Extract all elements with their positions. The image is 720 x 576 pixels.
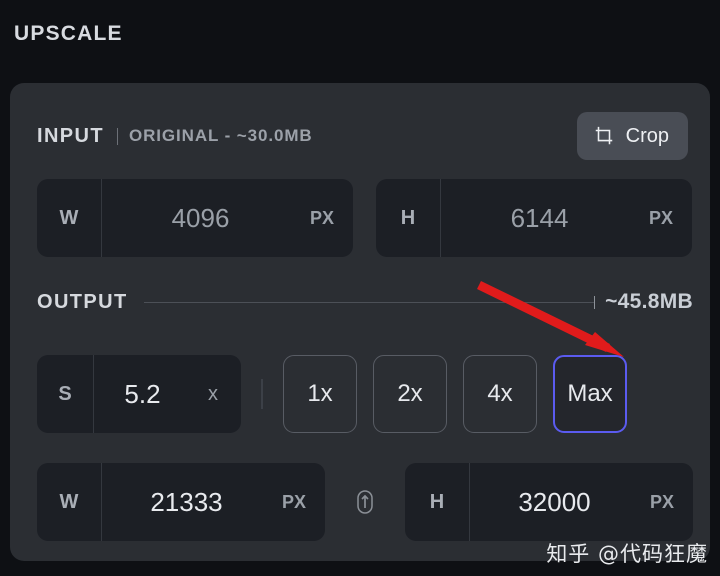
- scale-key: S: [58, 382, 72, 405]
- scale-field[interactable]: S 5.2 x: [37, 355, 241, 433]
- output-section-label: OUTPUT: [37, 290, 128, 313]
- output-width-unit: PX: [281, 491, 306, 512]
- scale-unit: x: [208, 382, 218, 405]
- input-header: INPUT ORIGINAL - ~30.0MB Crop: [37, 111, 688, 161]
- preset-4x[interactable]: 4x: [463, 355, 537, 433]
- scale-presets-divider: [261, 379, 263, 409]
- crop-button-label: Crop: [625, 124, 669, 147]
- input-dimensions-row: W 4096 PX H 6144 PX: [37, 179, 693, 257]
- input-width-value[interactable]: 4096: [102, 203, 291, 234]
- app-root: UPSCALE INPUT ORIGINAL - ~30.0MB Crop W …: [0, 0, 720, 576]
- crop-icon: [595, 126, 612, 145]
- output-dimensions-row: W 21333 PX H 32000 PX: [37, 463, 693, 541]
- input-height-key: H: [400, 206, 416, 229]
- output-rule: [143, 301, 595, 303]
- output-width-value[interactable]: 21333: [102, 487, 263, 518]
- output-height-field[interactable]: H 32000 PX: [405, 463, 693, 541]
- aspect-ratio-link-button[interactable]: [325, 489, 405, 515]
- input-height-unit: PX: [648, 207, 673, 228]
- header-divider: [117, 127, 118, 145]
- input-height-value[interactable]: 6144: [441, 203, 630, 234]
- input-width-key: W: [59, 206, 79, 229]
- input-original-size: ORIGINAL - ~30.0MB: [129, 126, 313, 145]
- input-width-unit: PX: [309, 207, 334, 228]
- output-rule-tick: [594, 295, 596, 309]
- watermark: 知乎 @代码狂魔: [546, 542, 708, 566]
- output-height-unit: PX: [649, 491, 674, 512]
- scale-presets: 1x 2x 4x Max: [283, 355, 627, 433]
- output-header: OUTPUT ~45.8MB: [37, 286, 693, 318]
- preset-2x[interactable]: 2x: [373, 355, 447, 433]
- input-section-label: INPUT: [37, 124, 104, 147]
- page-title: UPSCALE: [14, 22, 123, 45]
- output-height-value[interactable]: 32000: [470, 487, 631, 518]
- preset-max[interactable]: Max: [553, 355, 627, 433]
- preset-1x[interactable]: 1x: [283, 355, 357, 433]
- output-estimated-size: ~45.8MB: [605, 290, 693, 313]
- output-height-key: H: [429, 490, 445, 513]
- upscale-panel: INPUT ORIGINAL - ~30.0MB Crop W 4096 PX …: [10, 83, 710, 561]
- crop-button[interactable]: Crop: [576, 112, 688, 160]
- scale-row: S 5.2 x 1x 2x 4x Max: [37, 355, 693, 433]
- link-chain-icon: [357, 490, 373, 514]
- output-width-field[interactable]: W 21333 PX: [37, 463, 325, 541]
- output-width-key: W: [59, 490, 79, 513]
- input-width-field[interactable]: W 4096 PX: [37, 179, 353, 257]
- scale-value[interactable]: 5.2: [94, 379, 185, 410]
- input-height-field[interactable]: H 6144 PX: [376, 179, 692, 257]
